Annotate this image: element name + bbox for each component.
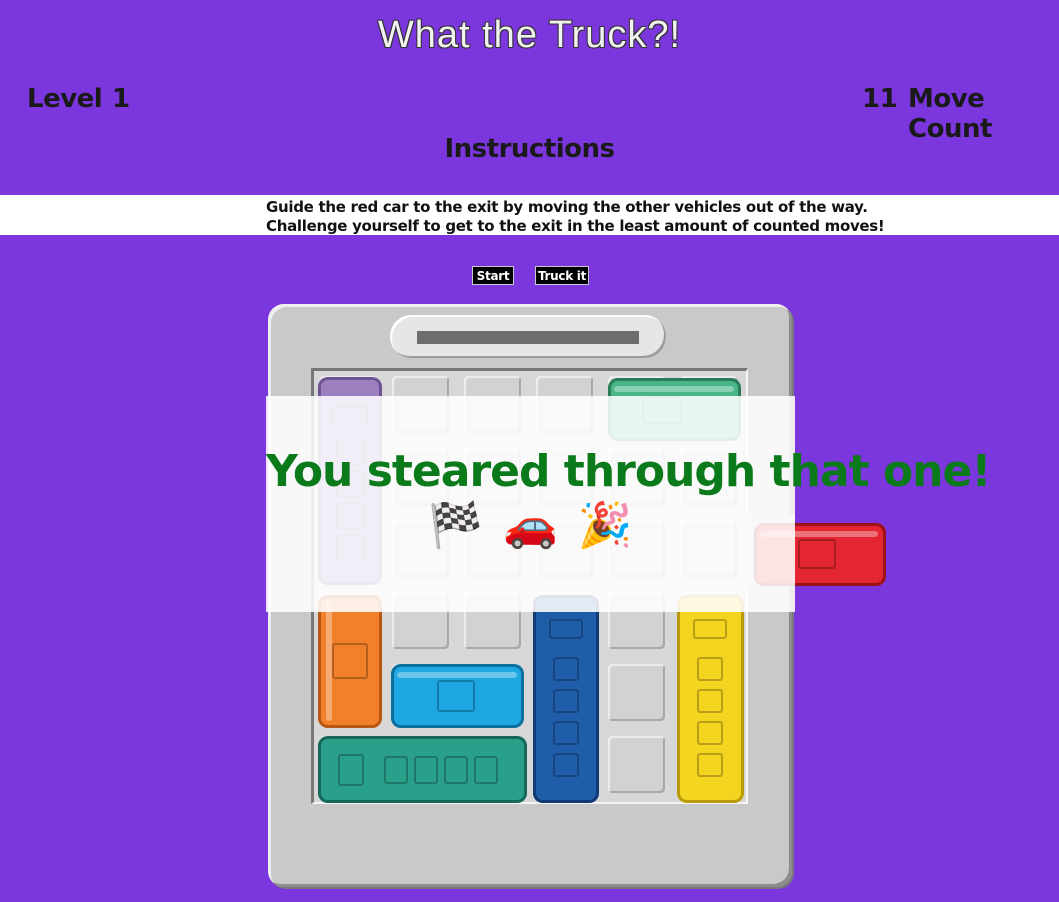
instruction-line-1: Guide the red car to the exit by moving … bbox=[266, 198, 868, 216]
board-handle-bar bbox=[417, 331, 639, 344]
grid-cell bbox=[608, 664, 665, 721]
yellow-truck[interactable] bbox=[677, 595, 744, 803]
blue-car[interactable] bbox=[391, 664, 524, 728]
level-label: Level bbox=[27, 84, 103, 114]
move-count-value: 11 bbox=[862, 84, 898, 114]
celebration-emojis: 🏁 🚗 🎉 bbox=[266, 500, 795, 552]
orange-car[interactable] bbox=[318, 595, 382, 728]
instruction-line-2: Challenge yourself to get to the exit in… bbox=[266, 217, 885, 235]
navy-truck[interactable] bbox=[533, 595, 599, 803]
car-icon: 🚗 bbox=[503, 500, 558, 551]
level-value: 1 bbox=[112, 84, 130, 114]
win-message: You steared through that one! bbox=[266, 446, 991, 497]
instructions-heading[interactable]: Instructions bbox=[0, 134, 1059, 164]
checkered-flag-icon: 🏁 bbox=[428, 500, 484, 551]
start-button[interactable]: Start bbox=[472, 266, 514, 285]
teal-truck[interactable] bbox=[318, 736, 527, 803]
grid-cell bbox=[608, 736, 665, 793]
party-popper-icon: 🎉 bbox=[577, 500, 633, 551]
truck-it-button[interactable]: Truck it bbox=[535, 266, 589, 285]
game-title: What the Truck?! bbox=[377, 14, 682, 56]
